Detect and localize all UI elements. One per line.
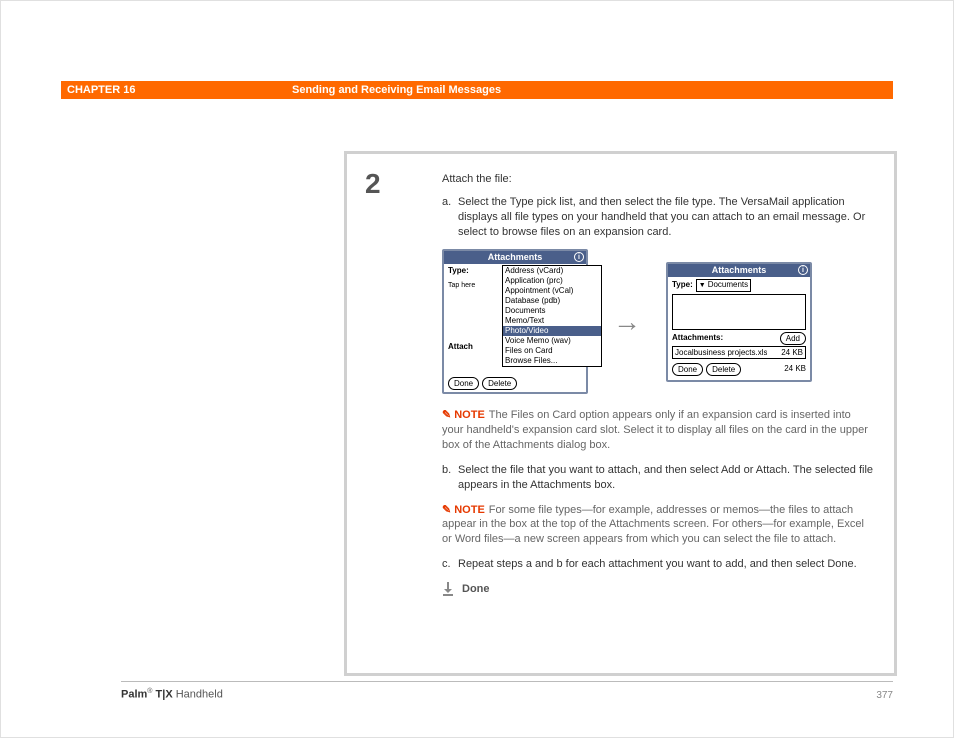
screen1-title-text: Attachments xyxy=(488,252,543,262)
list-item[interactable]: Voice Memo (wav) xyxy=(503,336,601,346)
list-item[interactable]: Memo/Text xyxy=(503,316,601,326)
add-button[interactable]: Add xyxy=(780,332,806,345)
attachment-filename: Jocalbusiness projects.xls xyxy=(675,347,767,358)
substep-a: a. Select the Type pick list, and then s… xyxy=(442,195,874,240)
step-number: 2 xyxy=(365,168,381,200)
done-button[interactable]: Done xyxy=(448,377,479,390)
page: CHAPTER 16 Sending and Receiving Email M… xyxy=(0,0,954,738)
footer-brand: Palm xyxy=(121,689,147,701)
marker-a: a. xyxy=(442,195,458,240)
type-value: Documents xyxy=(708,280,748,291)
tap-here-hint: Tap here xyxy=(448,281,475,290)
done-row: Done xyxy=(442,582,874,597)
page-number: 377 xyxy=(876,690,893,701)
note-icon: ✎ xyxy=(442,503,451,518)
palm-screen-left: Attachments i Type: Tap here Address (vC… xyxy=(442,249,588,394)
note-1: ✎NOTEThe Files on Card option appears on… xyxy=(442,408,874,453)
done-button[interactable]: Done xyxy=(672,363,703,376)
list-item[interactable]: Appointment (vCal) xyxy=(503,286,601,296)
marker-b: b. xyxy=(442,463,458,493)
list-item[interactable]: Files on Card xyxy=(503,346,601,356)
type-label: Type: xyxy=(448,266,469,277)
done-arrow-icon xyxy=(442,582,454,596)
arrow-right-icon: → xyxy=(613,303,641,341)
attachment-item[interactable]: Jocalbusiness projects.xls 24 KB xyxy=(672,346,806,359)
text-b: Select the file that you want to attach,… xyxy=(458,463,874,493)
attach-label: Attach xyxy=(448,342,473,353)
type-picklist[interactable]: Address (vCard) Application (prc) Appoin… xyxy=(502,265,602,367)
note-text: For some file types—for example, address… xyxy=(442,504,864,546)
palm-screen-right: Attachments i Type: ▼ Documents xyxy=(666,262,812,382)
chevron-down-icon: ▼ xyxy=(699,281,706,290)
delete-button[interactable]: Delete xyxy=(706,363,741,376)
attachment-filesize: 24 KB xyxy=(781,347,803,358)
substep-b: b. Select the file that you want to atta… xyxy=(442,463,874,493)
footer-rest: Handheld xyxy=(173,689,223,701)
info-icon[interactable]: i xyxy=(798,265,808,275)
type-label: Type: xyxy=(672,280,693,291)
footer-model: T|X xyxy=(152,689,172,701)
list-item[interactable]: Address (vCard) xyxy=(503,266,601,276)
text-a: Select the Type pick list, and then sele… xyxy=(458,195,874,240)
screen2-title-text: Attachments xyxy=(712,265,767,275)
marker-c: c. xyxy=(442,557,458,572)
list-item[interactable]: Documents xyxy=(503,306,601,316)
note-2: ✎NOTEFor some file types—for example, ad… xyxy=(442,503,874,548)
list-item-selected[interactable]: Photo/Video xyxy=(503,326,601,336)
list-item[interactable]: Database (pdb) xyxy=(503,296,601,306)
type-dropdown[interactable]: ▼ Documents xyxy=(696,279,751,292)
list-item[interactable]: Browse Files... xyxy=(503,356,601,366)
note-label: NOTE xyxy=(454,504,485,516)
footer-left: Palm® T|X Handheld xyxy=(121,688,223,701)
chapter-label: CHAPTER 16 xyxy=(67,84,292,96)
body-column: Attach the file: a. Select the Type pick… xyxy=(442,172,874,597)
note-text: The Files on Card option appears only if… xyxy=(442,409,868,451)
chapter-title: Sending and Receiving Email Messages xyxy=(292,84,501,96)
note-icon: ✎ xyxy=(442,408,451,423)
chapter-header: CHAPTER 16 Sending and Receiving Email M… xyxy=(61,81,893,99)
done-label: Done xyxy=(462,582,490,597)
text-c: Repeat steps a and b for each attachment… xyxy=(458,557,874,572)
footer-divider xyxy=(121,681,893,682)
substep-c: c. Repeat steps a and b for each attachm… xyxy=(442,557,874,572)
info-icon[interactable]: i xyxy=(574,252,584,262)
attachments-label: Attachments: xyxy=(672,333,723,344)
file-listbox[interactable] xyxy=(672,294,806,330)
content-box: 2 Attach the file: a. Select the Type pi… xyxy=(344,151,897,676)
screen1-title: Attachments i xyxy=(444,251,586,264)
screenshots-row: Attachments i Type: Tap here Address (vC… xyxy=(442,249,874,394)
total-size: 24 KB xyxy=(784,364,806,375)
note-label: NOTE xyxy=(454,409,485,421)
delete-button[interactable]: Delete xyxy=(482,377,517,390)
step-intro: Attach the file: xyxy=(442,172,874,187)
list-item[interactable]: Application (prc) xyxy=(503,276,601,286)
screen2-title: Attachments i xyxy=(668,264,810,277)
